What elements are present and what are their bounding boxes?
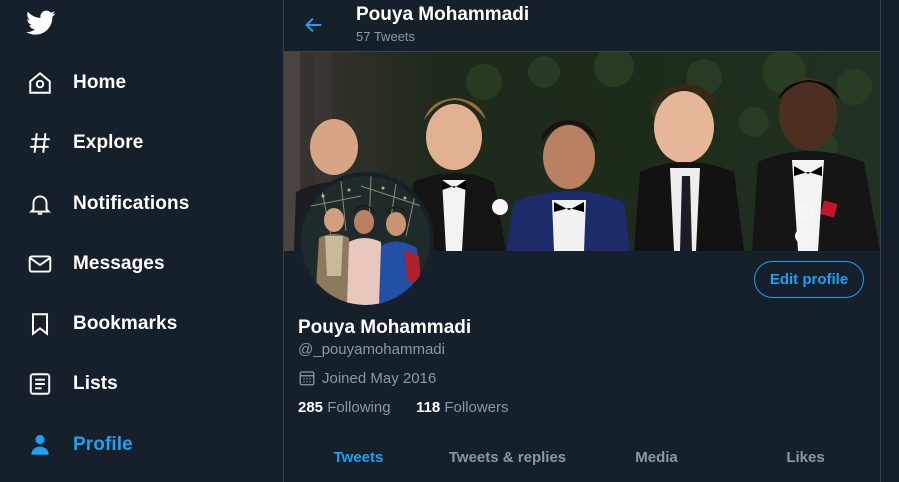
sidebar-item-label: Messages	[73, 253, 165, 274]
sidebar-item-label: Profile	[73, 434, 133, 455]
sidebar-item-home[interactable]: Home	[26, 61, 126, 105]
twitter-bird-icon[interactable]	[26, 10, 58, 40]
followers-link[interactable]: 118 Followers	[416, 399, 509, 416]
sidebar-item-label: Home	[73, 72, 127, 93]
followers-label: Followers	[444, 399, 509, 416]
sidebar-item-notifications[interactable]: Notifications	[26, 182, 189, 226]
list-icon	[26, 370, 54, 398]
sidebar: Home Explore Notifications Messages Book…	[0, 0, 283, 482]
profile-handle: @_pouyamohammadi	[298, 341, 445, 358]
back-arrow-icon[interactable]	[300, 12, 328, 38]
followers-count: 118	[416, 399, 441, 416]
header-title: Pouya Mohammadi	[356, 4, 530, 25]
tab-media[interactable]: Media	[582, 432, 731, 482]
profile-tabs: Tweets Tweets & replies Media Likes	[284, 432, 880, 482]
sidebar-item-profile[interactable]: Profile	[26, 423, 133, 467]
sidebar-item-messages[interactable]: Messages	[26, 242, 165, 286]
avatar-image	[301, 176, 430, 305]
sidebar-item-label: Lists	[73, 373, 118, 394]
tab-tweets[interactable]: Tweets	[284, 432, 433, 482]
sidebar-item-lists[interactable]: Lists	[26, 362, 118, 406]
hashtag-icon	[26, 129, 54, 157]
sidebar-item-label: Bookmarks	[73, 313, 178, 334]
envelope-icon	[26, 250, 54, 278]
sidebar-item-bookmarks[interactable]: Bookmarks	[26, 302, 177, 346]
following-label: Following	[327, 399, 391, 416]
bell-icon	[26, 190, 54, 218]
joined-text: Joined May 2016	[322, 369, 437, 387]
profile-name: Pouya Mohammadi	[298, 317, 472, 338]
following-count: 285	[298, 399, 324, 416]
person-icon	[26, 431, 54, 459]
home-icon	[26, 69, 54, 97]
profile-header: Pouya Mohammadi 57 Tweets	[284, 0, 880, 52]
sidebar-item-explore[interactable]: Explore	[26, 121, 143, 165]
sidebar-item-label: Explore	[73, 132, 144, 153]
calendar-icon	[298, 369, 316, 387]
joined-date: Joined May 2016	[298, 369, 436, 387]
tab-likes[interactable]: Likes	[731, 432, 880, 482]
sidebar-item-label: Notifications	[73, 193, 190, 214]
following-link[interactable]: 285 Following	[298, 399, 391, 416]
bookmark-icon	[26, 310, 54, 338]
column-divider	[880, 0, 881, 482]
edit-profile-button[interactable]: Edit profile	[754, 261, 864, 298]
avatar[interactable]	[297, 172, 434, 309]
tweet-count: 57 Tweets	[356, 29, 416, 44]
tab-tweets-replies[interactable]: Tweets & replies	[433, 432, 582, 482]
